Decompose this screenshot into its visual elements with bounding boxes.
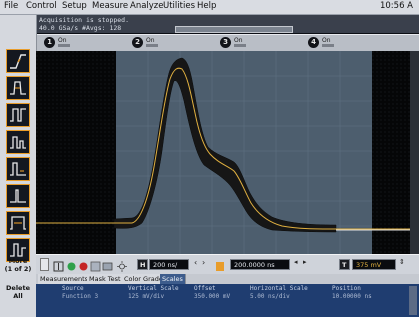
trigger-spin-icon[interactable]: ⇕ — [399, 258, 408, 271]
display-settings-button[interactable] — [116, 258, 128, 272]
vscale-value: 125 mV/div — [128, 293, 165, 300]
sun-icon — [117, 261, 127, 272]
runt-icon — [10, 136, 26, 149]
pattern-button[interactable] — [6, 211, 30, 235]
col-vscale-header: Vertical Scale — [128, 285, 179, 292]
channel-3-scale-box — [234, 44, 246, 47]
runt-button[interactable] — [6, 130, 30, 154]
print-button[interactable] — [102, 258, 113, 271]
red-stop-button[interactable] — [78, 258, 89, 271]
channel-2-badge: 2 — [132, 37, 143, 48]
channel-3-badge: 3 — [220, 37, 231, 48]
horizontal-label: H — [137, 259, 148, 270]
menu-file[interactable]: File — [4, 1, 18, 11]
pulse-width-button[interactable] — [6, 76, 30, 100]
position-left-icon[interactable]: ◂ — [294, 258, 303, 271]
horizontal-position-field[interactable]: 200.0000 ns — [230, 259, 290, 270]
hscale-value: 5.00 ns/div — [250, 293, 290, 300]
channel-1-badge: 1 — [44, 37, 55, 48]
tab-measurements[interactable]: Measurements — [38, 274, 92, 284]
col-hscale-header: Horizontal Scale — [250, 285, 308, 292]
delete-label: Delete — [6, 284, 30, 292]
trigger-level-field[interactable]: 375 mV — [352, 259, 396, 270]
more-page-label: (1 of 2) — [4, 265, 32, 273]
delay-marker-icon — [216, 262, 224, 271]
pattern-icon — [10, 216, 26, 230]
tab-mask-test[interactable]: Mask Test — [87, 274, 124, 284]
marker-icon — [53, 261, 64, 272]
channel-1-state: On — [58, 37, 67, 44]
col-position-header: Position — [332, 285, 361, 292]
source-value: Function 3 — [62, 293, 99, 300]
trigger-label: T — [339, 259, 350, 270]
glitch-button[interactable] — [6, 184, 30, 208]
pulse-button[interactable] — [6, 103, 30, 127]
menu-control[interactable]: Control — [26, 1, 57, 11]
menu-bar: File Control Setup Measure Analyze Utili… — [0, 0, 419, 15]
tab-scales[interactable]: Scales — [160, 274, 186, 284]
print-icon — [102, 262, 113, 271]
pulse-pair-button[interactable] — [6, 157, 30, 181]
waveform-view-icon — [90, 261, 101, 272]
channel-2-state: On — [146, 37, 155, 44]
horizontal-controls: H 200 ns/ ‹ › 200.0000 ns ◂ ▸ T 375 mV ⇕ — [36, 254, 419, 275]
scales-panel: Source Vertical Scale Offset Horizontal … — [36, 284, 419, 317]
channel-4-state: On — [322, 37, 331, 44]
edge-trigger-icon — [10, 54, 26, 69]
delete-all-label: All — [13, 292, 23, 300]
delete-all-button[interactable]: Delete All — [2, 284, 34, 300]
status-text: Acquisition is stopped. — [39, 16, 130, 24]
pulse-width-icon — [10, 81, 26, 95]
acquisition-progress-bar — [175, 26, 293, 33]
channel-2-scale-box — [146, 44, 158, 47]
pulse-icon — [10, 108, 26, 122]
clock: 10:56 A — [379, 1, 413, 11]
channel-bar: 1 On 2 On 3 On 4 On — [36, 34, 419, 52]
marker-button[interactable] — [53, 258, 64, 272]
position-value: 10.00000 ns — [332, 293, 372, 300]
green-record-button[interactable] — [66, 258, 77, 271]
more-label: More — [8, 257, 28, 265]
horizontal-scale-field[interactable]: 200 ns/ — [149, 259, 189, 270]
waveform-svg — [36, 51, 419, 254]
menu-help[interactable]: Help — [197, 1, 216, 11]
glitch-icon — [10, 189, 26, 203]
trigger-toolbar: More (1 of 2) Delete All — [0, 15, 37, 317]
channel-3-state: On — [234, 37, 243, 44]
more-button[interactable]: More (1 of 2) — [2, 257, 34, 273]
channel-1-scale-box — [58, 44, 70, 47]
channel-4-scale-box — [322, 44, 334, 47]
right-marker-ruler — [410, 51, 419, 254]
menu-setup[interactable]: Setup — [62, 1, 87, 11]
menu-utilities[interactable]: Utilities — [163, 1, 195, 11]
cursor-tool-button[interactable] — [40, 258, 49, 271]
offset-value: 350.000 mV — [194, 293, 231, 300]
pulse-pair-icon — [10, 162, 26, 176]
red-circle-icon — [79, 262, 88, 271]
menu-measure[interactable]: Measure — [92, 1, 128, 11]
channel-4-badge: 4 — [308, 37, 319, 48]
scale-increase-icon[interactable]: › — [202, 258, 212, 271]
delay-marker-button[interactable] — [215, 258, 225, 271]
scales-panel-scrollbar[interactable] — [409, 286, 417, 315]
sample-rate-text: 40.0 GSa/s #Avgs: 128 — [39, 24, 122, 32]
position-right-icon[interactable]: ▸ — [303, 258, 312, 271]
green-circle-icon — [67, 262, 76, 271]
edge-trigger-button[interactable] — [6, 49, 30, 73]
waveform-display[interactable] — [36, 51, 419, 254]
menu-analyze[interactable]: Analyze — [130, 1, 164, 11]
waveform-view-button[interactable] — [90, 258, 101, 272]
col-source-header: Source — [62, 285, 84, 292]
col-offset-header: Offset — [194, 285, 216, 292]
tab-bar: Measurements Mask Test Color Grade Scale… — [36, 274, 419, 284]
